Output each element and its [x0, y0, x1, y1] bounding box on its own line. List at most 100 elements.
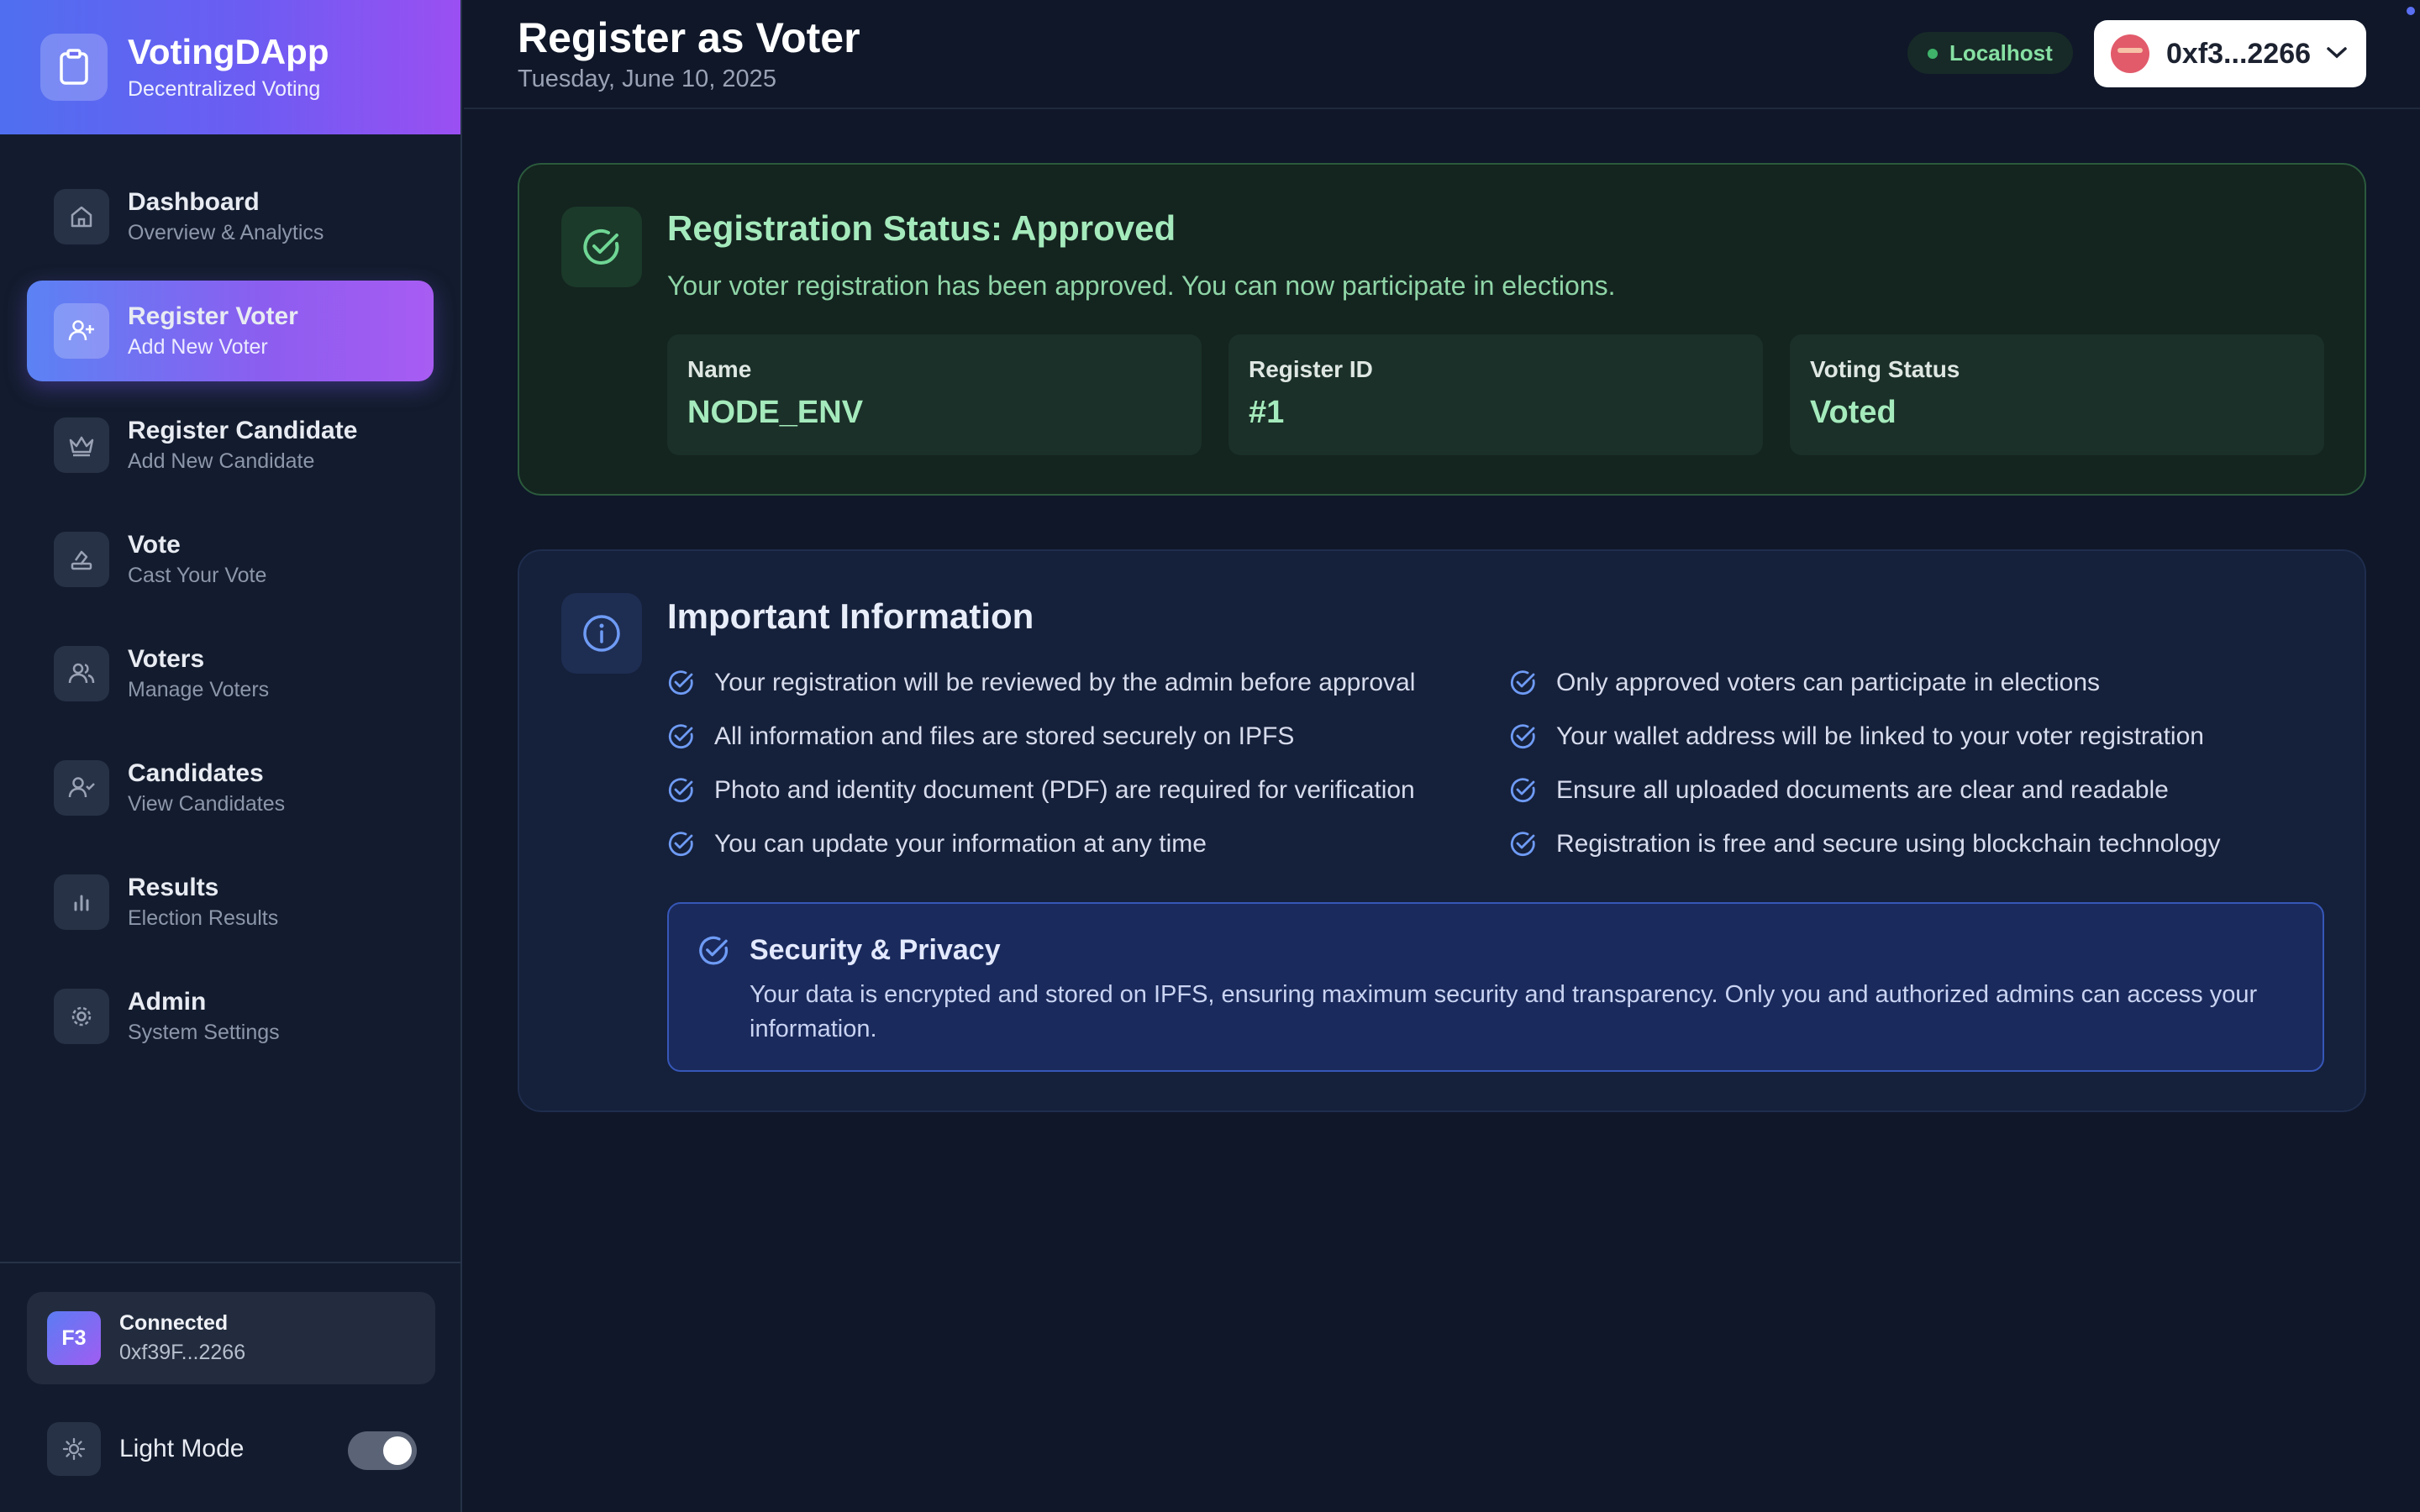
bar-chart-icon: [54, 874, 109, 930]
user-plus-icon: [54, 303, 109, 359]
top-header: Register as Voter Tuesday, June 10, 2025…: [464, 0, 2420, 109]
status-description: Your voter registration has been approve…: [667, 270, 1616, 301]
wallet-button[interactable]: 0xf3...2266: [2094, 20, 2366, 87]
sidebar-item-voters[interactable]: Voters Manage Voters: [27, 623, 434, 724]
sidebar-item-label: Admin: [128, 988, 207, 1016]
info-point-text: All information and files are stored sec…: [714, 722, 1295, 750]
security-description: Your data is encrypted and stored on IPF…: [750, 981, 2258, 1042]
info-point-text: You can update your information at any t…: [714, 830, 1207, 858]
users-icon: [54, 646, 109, 701]
sidebar-item-sublabel: Add New Candidate: [128, 449, 315, 473]
security-privacy-box: Security & Privacy Your data is encrypte…: [667, 902, 2324, 1072]
info-point-text: Only approved voters can participate in …: [1556, 669, 2101, 696]
check-circle-icon: [668, 670, 693, 696]
gear-icon: [54, 989, 109, 1044]
theme-label: Light Mode: [119, 1435, 245, 1462]
info-point: Your registration will be reviewed by th…: [667, 669, 1415, 697]
brand-header[interactable]: VotingDApp Decentralized Voting: [0, 0, 460, 134]
sidebar-item-label: Register Voter: [128, 302, 298, 331]
check-circle-icon: [1510, 724, 1535, 749]
sidebar-item-admin[interactable]: Admin System Settings: [27, 966, 434, 1067]
sidebar-item-label: Results: [128, 874, 219, 902]
sidebar-item-candidates[interactable]: Candidates View Candidates: [27, 738, 434, 838]
name-field: Name NODE_ENV: [667, 334, 1202, 455]
info-point: Photo and identity document (PDF) are re…: [667, 776, 1415, 805]
wallet-address: 0xf3...2266: [2166, 37, 2312, 70]
page-title: Register as Voter: [518, 14, 860, 61]
sidebar-item-sublabel: Cast Your Vote: [128, 563, 267, 587]
security-title: Security & Privacy: [750, 934, 1001, 966]
info-point: Ensure all uploaded documents are clear …: [1509, 776, 2169, 805]
sidebar-item-sublabel: Manage Voters: [128, 677, 270, 701]
check-circle-icon: [1510, 778, 1535, 803]
theme-toggle[interactable]: [348, 1431, 417, 1470]
info-point: Registration is free and secure using bl…: [1509, 830, 2220, 858]
sidebar-item-sublabel: Overview & Analytics: [128, 220, 324, 244]
sidebar-item-sublabel: System Settings: [128, 1020, 280, 1044]
sidebar-item-sublabel: View Candidates: [128, 791, 286, 816]
ballot-icon: [54, 532, 109, 587]
sidebar: VotingDApp Decentralized Voting Dashboar…: [0, 0, 462, 1512]
network-badge[interactable]: Localhost: [1907, 32, 2073, 74]
network-label: Localhost: [1949, 39, 2053, 66]
sidebar-item-label: Dashboard: [128, 188, 260, 217]
clipboard-icon: [40, 34, 108, 101]
wallet-avatar-icon: [2111, 34, 2149, 73]
notification-dot: [2407, 7, 2415, 15]
register-id-field: Register ID #1: [1228, 334, 1763, 455]
info-point: Your wallet address will be linked to yo…: [1509, 722, 2204, 751]
check-circle-icon: [699, 936, 729, 965]
info-point-text: Registration is free and secure using bl…: [1556, 830, 2221, 858]
app-subtitle: Decentralized Voting: [128, 76, 321, 101]
sidebar-item-results[interactable]: Results Election Results: [27, 852, 434, 953]
field-label: Name: [687, 356, 752, 382]
chevron-down-icon: [2327, 47, 2347, 59]
info-point: Only approved voters can participate in …: [1509, 669, 2100, 697]
voting-status-field: Voting Status Voted: [1790, 334, 2324, 455]
sidebar-item-vote[interactable]: Vote Cast Your Vote: [27, 509, 434, 610]
toggle-knob: [383, 1436, 412, 1465]
app-title: VotingDApp: [128, 32, 329, 72]
sidebar-item-sublabel: Election Results: [128, 906, 279, 930]
sidebar-item-label: Candidates: [128, 759, 264, 788]
sun-icon: [47, 1422, 101, 1476]
page-date: Tuesday, June 10, 2025: [518, 66, 776, 92]
field-value: NODE_ENV: [687, 395, 864, 430]
field-label: Voting Status: [1810, 356, 1960, 382]
check-circle-icon: [561, 207, 642, 287]
sidebar-item-label: Voters: [128, 645, 205, 674]
important-information-card: Important Information Your registration …: [518, 549, 2366, 1112]
info-point-text: Your wallet address will be linked to yo…: [1556, 722, 2204, 750]
status-title: Registration Status: Approved: [667, 208, 1176, 248]
sidebar-item-sublabel: Add New Voter: [128, 334, 268, 359]
user-check-icon: [54, 760, 109, 816]
info-title: Important Information: [667, 596, 1034, 636]
connected-account-card[interactable]: F3 Connected 0xf39F...2266: [27, 1292, 435, 1384]
registration-status-card: Registration Status: Approved Your voter…: [518, 163, 2366, 496]
account-address: 0xf39F...2266: [119, 1341, 246, 1364]
info-icon: [561, 593, 642, 674]
field-label: Register ID: [1249, 356, 1373, 382]
home-icon: [54, 189, 109, 244]
field-value: #1: [1249, 395, 1285, 430]
sidebar-footer: F3 Connected 0xf39F...2266 Light Mode: [0, 1262, 460, 1512]
network-status-dot: [1928, 49, 1938, 59]
check-circle-icon: [1510, 832, 1535, 857]
info-point-text: Your registration will be reviewed by th…: [714, 669, 1416, 696]
info-point-text: Photo and identity document (PDF) are re…: [714, 776, 1415, 804]
sidebar-item-label: Vote: [128, 531, 181, 559]
sidebar-item-register-voter[interactable]: Register Voter Add New Voter: [27, 281, 434, 381]
sidebar-item-register-candidate[interactable]: Register Candidate Add New Candidate: [27, 395, 434, 496]
connection-status: Connected: [119, 1311, 229, 1335]
avatar: F3: [47, 1311, 101, 1365]
check-circle-icon: [668, 778, 693, 803]
info-point: All information and files are stored sec…: [667, 722, 1294, 751]
sidebar-item-label: Register Candidate: [128, 417, 358, 445]
sidebar-item-dashboard[interactable]: Dashboard Overview & Analytics: [27, 166, 434, 267]
info-point: You can update your information at any t…: [667, 830, 1207, 858]
info-point-text: Ensure all uploaded documents are clear …: [1556, 776, 2169, 804]
check-circle-icon: [668, 724, 693, 749]
field-value: Voted: [1810, 395, 1897, 430]
sidebar-nav: Dashboard Overview & Analytics Register …: [0, 134, 460, 1067]
crown-icon: [54, 417, 109, 473]
